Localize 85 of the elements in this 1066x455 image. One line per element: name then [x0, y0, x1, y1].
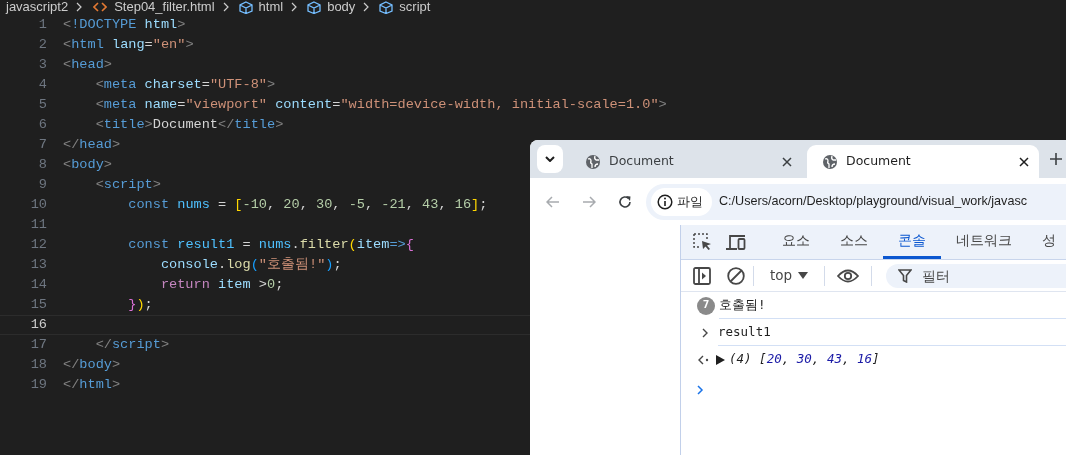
code-line: const nums = [-10, 20, 30, -5, -21, 43, 16];	[127, 196, 488, 214]
devtools-tab[interactable]: 요소	[767, 225, 825, 259]
code-line: </script>	[94, 336, 170, 354]
line-number: 8	[37, 156, 47, 174]
new-tab-icon[interactable]	[1050, 153, 1062, 165]
line-number: 2	[37, 36, 47, 54]
code-line: <!DOCTYPE html>	[63, 16, 186, 34]
code-line: </head>	[63, 136, 121, 154]
devtools-tab[interactable]: 네트워크	[941, 225, 1027, 259]
line-number: 10	[29, 196, 47, 214]
line-number: 9	[37, 176, 47, 194]
chevron-icon	[290, 1, 299, 13]
cube-icon	[307, 0, 322, 14]
close-icon[interactable]	[782, 156, 792, 167]
url-text: C:/Users/acorn/Desktop/playground/visual_work/javasc	[719, 193, 1027, 211]
inspect-icon[interactable]	[693, 233, 713, 251]
code-line: <meta name="viewport" content="width=device-width, initial-scale=1.0">	[94, 96, 667, 114]
line-number: 4	[37, 76, 47, 94]
code-line: </body>	[63, 356, 121, 374]
code-line: return item >0;	[159, 276, 284, 294]
line-number: 3	[37, 56, 47, 74]
cube-icon	[379, 0, 394, 14]
folder-breadcrumb[interactable]: javascript2	[6, 1, 69, 13]
code-line: <head>	[63, 56, 112, 74]
close-icon[interactable]	[1019, 156, 1029, 167]
line-number: 19	[29, 376, 47, 394]
site-info-button[interactable]: 파일	[651, 187, 712, 216]
cube-icon	[238, 0, 253, 14]
globe-icon	[822, 153, 838, 170]
clear-console-icon[interactable]	[727, 266, 745, 285]
address-bar[interactable]: 파일 C:/Users/acorn/Desktop/playground/visual_work/javasc	[646, 183, 1066, 220]
code-line: </html>	[63, 376, 121, 394]
expand-triangle-icon[interactable]	[716, 354, 725, 365]
sidebar-icon[interactable]	[693, 266, 711, 285]
line-number: 5	[37, 96, 47, 114]
line-number: 18	[29, 356, 47, 374]
browser-tab[interactable]: Document	[807, 145, 1039, 178]
line-number: 12	[29, 236, 47, 254]
devtools-tab[interactable]: 성	[1027, 225, 1066, 259]
line-number: 11	[29, 216, 47, 234]
line-number: 1	[37, 16, 47, 34]
context-dropdown[interactable]: top	[762, 265, 817, 286]
breadcrumb-item[interactable]: html	[258, 1, 284, 13]
prompt-icon[interactable]	[696, 383, 704, 396]
code-file-icon	[93, 1, 108, 13]
console-input-text: result1	[718, 322, 771, 341]
line-number: 6	[37, 116, 47, 134]
code-line: <meta charset="UTF-8">	[94, 76, 276, 94]
return-value-icon	[698, 354, 710, 365]
line-number: 7	[37, 136, 47, 154]
line-number: 14	[29, 276, 47, 294]
browser-tab[interactable]: Document	[570, 145, 802, 178]
devtools-tab[interactable]: 콘솔	[883, 225, 941, 259]
code-line: const result1 = nums.filter(item=>{	[127, 236, 414, 254]
line-number: 17	[29, 336, 47, 354]
breadcrumb-item[interactable]: script	[399, 1, 431, 13]
line-number: 16	[29, 316, 47, 334]
code-line: });	[127, 296, 153, 314]
code-line: <html lang="en">	[63, 36, 194, 54]
filter-icon	[898, 268, 913, 283]
breadcrumb-item[interactable]: body	[327, 1, 356, 13]
devtools-tab[interactable]: 소스	[825, 225, 883, 259]
code-line: <title>Document</title>	[94, 116, 284, 134]
chevron-icon	[75, 1, 84, 13]
line-number: 13	[29, 256, 47, 274]
code-line: console.log("호출됨!");	[159, 256, 342, 274]
filter-field[interactable]: 필터	[886, 263, 1066, 288]
chevron-icon	[221, 1, 230, 13]
chevron-icon	[362, 1, 371, 13]
globe-icon	[585, 153, 601, 170]
array-output: (4) [20, 30, 43, 16]	[729, 350, 880, 369]
breadcrumb-item[interactable]: Step04_filter.html	[114, 1, 215, 13]
code-line: <script>	[94, 176, 161, 194]
device-icon[interactable]	[725, 234, 747, 250]
reload-icon[interactable]	[618, 194, 632, 209]
repeat-count-badge: 7	[697, 296, 715, 315]
info-icon	[657, 193, 673, 210]
caret-icon	[798, 272, 809, 279]
line-number: 15	[29, 296, 47, 314]
eye-icon[interactable]	[837, 268, 860, 283]
log-message: 호출됨!	[719, 295, 766, 314]
chevron-down-icon	[545, 156, 555, 162]
tab-list-button[interactable]	[537, 145, 563, 173]
code-line: <body>	[63, 156, 112, 174]
chevron-icon	[701, 326, 709, 339]
